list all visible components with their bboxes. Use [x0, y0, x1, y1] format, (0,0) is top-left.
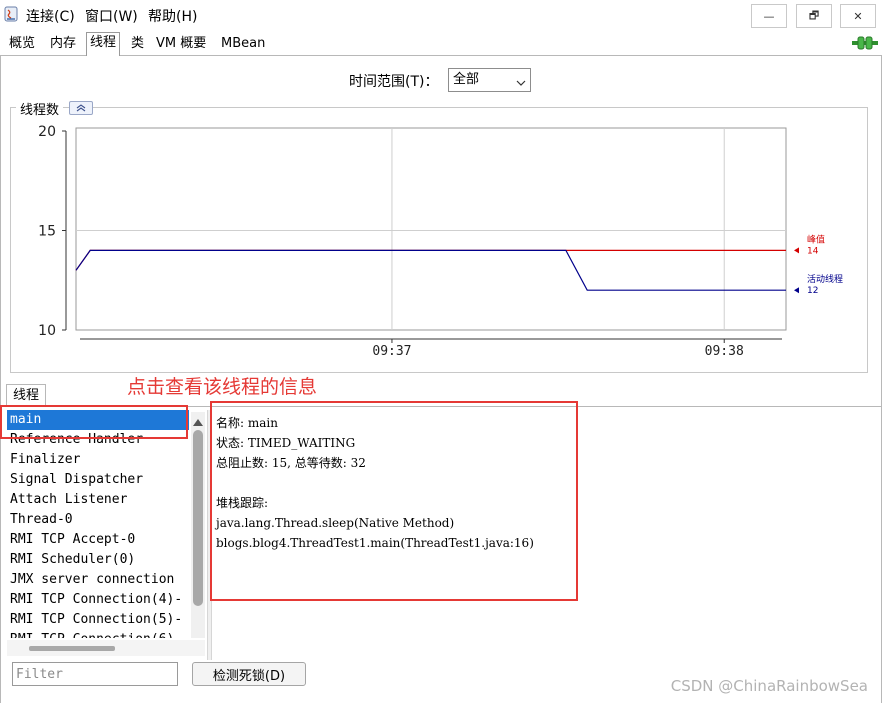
plot-area: [75, 127, 787, 331]
thread-list-item[interactable]: RMI TCP Accept-0: [7, 530, 189, 550]
thread-list-item[interactable]: JMX server connection: [7, 570, 189, 590]
thread-list-item[interactable]: Finalizer: [7, 450, 189, 470]
thread-list-item[interactable]: RMI Scheduler(0): [7, 550, 189, 570]
y-tick-label: 15: [38, 224, 56, 240]
legend-value: 14: [807, 246, 819, 256]
annotation-box-list: [0, 405, 188, 439]
thread-list-item[interactable]: RMI TCP Connection(6): [7, 630, 189, 638]
thread-list-item[interactable]: Thread-0: [7, 510, 189, 530]
horizontal-scroll-thumb[interactable]: [29, 646, 115, 651]
x-tick-label: 09:37: [372, 344, 411, 359]
legend-value: 12: [807, 286, 818, 296]
detect-deadlock-button[interactable]: 检测死锁(D): [192, 662, 306, 686]
thread-list-item[interactable]: RMI TCP Connection(4)-: [7, 590, 189, 610]
watermark: CSDN @ChinaRainbowSea: [670, 677, 868, 695]
thread-list-item[interactable]: RMI TCP Connection(5)-: [7, 610, 189, 630]
legend-marker: [794, 247, 799, 254]
x-tick-label: 09:38: [705, 344, 744, 359]
annotation-text: 点击查看该线程的信息: [127, 376, 318, 398]
vertical-scroll-thumb[interactable]: [193, 430, 203, 606]
filter-input[interactable]: [12, 662, 178, 686]
legend-label: 活动线程: [807, 273, 843, 285]
y-tick-label: 10: [38, 323, 56, 339]
thread-list-item[interactable]: Signal Dispatcher: [7, 470, 189, 490]
legend-marker: [794, 287, 799, 294]
thread-list[interactable]: main Reference Handler Finalizer Signal Dis…: [7, 410, 189, 638]
scroll-up-arrow-icon[interactable]: [193, 415, 203, 430]
annotation-box-detail: [210, 401, 578, 601]
thread-list-item[interactable]: Attach Listener: [7, 490, 189, 510]
threads-section-tab: 线程: [6, 384, 47, 406]
y-tick-label: 20: [38, 124, 56, 140]
legend-label: 峰值: [807, 233, 825, 245]
